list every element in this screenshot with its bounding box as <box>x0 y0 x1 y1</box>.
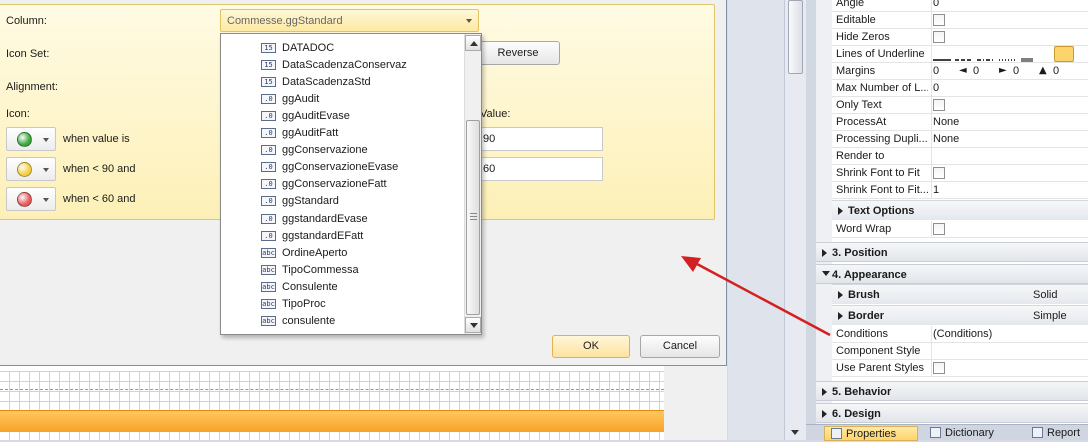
annotation-arrow <box>681 256 831 337</box>
arrow-line <box>696 262 831 337</box>
